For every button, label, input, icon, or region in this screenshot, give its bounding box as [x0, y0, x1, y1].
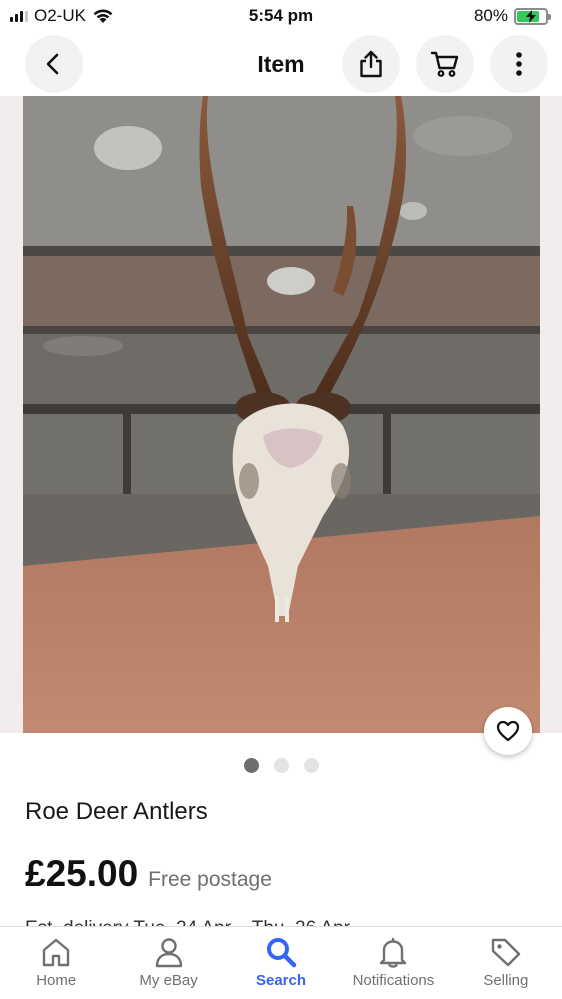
wifi-icon	[93, 9, 113, 23]
tab-my-ebay[interactable]: My eBay	[112, 927, 224, 999]
cart-icon	[430, 51, 459, 77]
person-icon	[155, 938, 182, 968]
tab-label: My eBay	[139, 972, 198, 989]
pagination-dot[interactable]	[303, 758, 319, 773]
postage-label: Free postage	[148, 868, 272, 891]
carrier-group: O2-UK	[10, 6, 114, 26]
delivery-estimate: Est. delivery Tue, 24 Apr – Thu, 26 Apr	[25, 918, 350, 926]
tab-bar: Home My eBay Search Notifications Sellin…	[0, 926, 562, 999]
tab-search[interactable]: Search	[225, 927, 337, 999]
more-button[interactable]	[490, 35, 548, 93]
tag-icon	[491, 938, 521, 967]
bell-icon	[380, 937, 407, 968]
share-button[interactable]	[342, 35, 400, 93]
chevron-left-icon	[46, 53, 59, 75]
battery-icon	[514, 7, 551, 25]
item-price: £25.00	[25, 853, 139, 894]
tab-label: Search	[255, 972, 307, 989]
status-bar: O2-UK 5:54 pm 80%	[0, 0, 562, 32]
heart-icon	[496, 720, 520, 742]
battery-group: 80%	[473, 6, 551, 26]
search-icon	[267, 938, 297, 968]
battery-percent: 80%	[473, 6, 508, 25]
share-icon	[360, 50, 382, 78]
image-gallery[interactable]	[0, 96, 562, 733]
home-icon	[43, 938, 70, 967]
tab-label: Home	[36, 972, 77, 989]
pagination-dot[interactable]	[243, 758, 259, 773]
gallery-pagination	[0, 758, 562, 773]
signal-icon	[10, 10, 28, 22]
nav-header: Item	[0, 32, 562, 96]
pagination-dot[interactable]	[273, 758, 289, 773]
tab-label: Selling	[483, 972, 529, 989]
cart-button[interactable]	[416, 35, 474, 93]
tab-selling[interactable]: Selling	[450, 927, 562, 999]
carrier-label: O2-UK	[34, 6, 86, 25]
more-vertical-icon	[516, 52, 522, 76]
item-title: Roe Deer Antlers	[25, 798, 208, 825]
watch-button[interactable]	[484, 707, 532, 755]
item-photo[interactable]	[23, 96, 540, 733]
price-row: £25.00 Free postage	[25, 853, 272, 895]
deer-skull-photo	[23, 96, 540, 733]
tab-label: Notifications	[352, 972, 435, 989]
header-actions	[342, 35, 548, 93]
back-button[interactable]	[25, 35, 83, 93]
tab-home[interactable]: Home	[0, 927, 112, 999]
tab-notifications[interactable]: Notifications	[337, 927, 449, 999]
